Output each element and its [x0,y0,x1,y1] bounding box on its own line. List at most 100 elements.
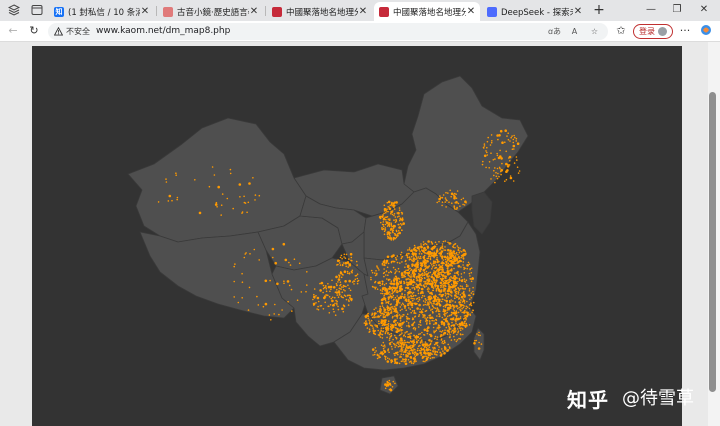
settlement-dot [467,285,469,287]
close-tab-icon[interactable]: ✕ [573,6,583,17]
settlement-dot [457,291,460,293]
settlement-dot [426,319,429,322]
settlement-dot [450,289,452,291]
settlement-dot [425,299,428,301]
settlement-dot [339,256,342,259]
settlement-dot [442,194,445,196]
settlement-dot [392,227,395,229]
translate-icon[interactable]: ꭤあ [548,25,561,38]
settlement-dot [226,197,229,200]
settlement-dot [436,201,439,204]
settlement-dot [413,309,416,312]
settlement-dot [305,290,307,293]
settlement-dot [356,280,359,283]
settlement-dot [397,327,399,330]
tab-kaom-2-active[interactable]: 中國聚落地名地理分布 ✕ [374,2,480,21]
settlement-dot [313,293,315,296]
settlement-dot [412,342,415,345]
close-tab-icon[interactable]: ✕ [249,6,259,17]
settlement-dot [436,341,439,344]
site-info-button[interactable]: 不安全 [54,25,90,38]
settlement-dot [390,335,392,338]
refresh-icon[interactable]: ↻ [27,24,41,38]
tab-title: 古音小鏡·歷史語言學 [177,7,249,18]
settlement-dot [384,223,387,226]
settlement-dot [504,129,508,132]
scrollbar-thumb[interactable] [709,92,716,392]
close-tab-icon[interactable]: ✕ [358,6,368,17]
settlement-dot [410,344,412,347]
tab-actions-icon[interactable] [30,3,44,17]
settlement-dot [176,198,178,201]
settlement-dot [387,235,389,238]
favorites-icon[interactable]: ✩ [614,24,628,38]
favorite-star-icon[interactable]: ☆ [588,25,601,38]
read-aloud-icon[interactable]: A [568,25,581,38]
settlement-dot [385,323,388,326]
settlement-dot [417,290,420,292]
tab-zhihu[interactable]: 知 (1 封私信 / 10 条消息) ✕ [49,2,154,21]
tab-guyin[interactable]: 古音小鏡·歷史語言學 ✕ [158,2,263,21]
copilot-icon[interactable] [699,24,713,38]
tab-kaom-1[interactable]: 中國聚落地名地理分布 ✕ [267,2,372,21]
close-tab-icon[interactable]: ✕ [140,6,150,17]
settlement-dot [452,246,455,249]
settlement-dot [405,309,408,312]
settlement-dot [425,309,428,312]
settlement-dot [443,284,445,287]
settlement-dot [439,281,442,284]
settlement-dot [423,328,427,332]
workspaces-icon[interactable] [7,3,21,17]
close-window-icon[interactable]: ✕ [697,3,711,17]
settlement-dot [405,353,407,356]
new-tab-button[interactable]: + [591,2,607,18]
settlement-dot [412,258,415,261]
settlement-dot [425,343,428,346]
settlement-dot [468,263,471,265]
address-bar[interactable]: 不安全 www.kaom.net/dm_map8.php ꭤあ A ☆ [48,23,608,40]
settlement-dot [505,150,508,153]
settlement-dot [447,266,449,268]
minimize-icon[interactable]: — [644,3,658,17]
settlement-dot [398,362,401,365]
settlement-dot [298,262,301,265]
more-menu-icon[interactable]: ··· [678,24,692,38]
close-tab-icon[interactable]: ✕ [466,6,476,17]
back-icon[interactable]: ← [6,24,20,38]
china-settlement-map[interactable] [32,46,682,426]
settlement-dot [410,347,412,350]
settlement-dot [389,384,392,386]
settlement-dot [490,134,493,136]
settlement-dot [460,321,464,324]
settlement-dot [450,314,452,316]
settlement-dot [400,326,403,329]
settlement-dot [248,286,251,289]
settlement-dot [410,294,412,297]
settlement-dot [463,204,466,206]
settlement-dot [444,315,446,317]
settlement-dot [389,388,392,390]
settlement-dot [312,298,314,301]
login-button[interactable]: 登录 [633,24,673,39]
tab-deepseek[interactable]: DeepSeek - 探索未至之境 ✕ [482,2,587,21]
settlement-dot [397,301,400,303]
settlement-dot [391,286,394,289]
settlement-dot [447,306,450,310]
settlement-dot [252,177,254,179]
settlement-dot [505,178,508,181]
url-text[interactable]: www.kaom.net/dm_map8.php [96,25,230,38]
settlement-dot [433,264,435,267]
settlement-dot [443,318,445,321]
settlement-dot [253,248,256,251]
settlement-dot [410,269,412,272]
settlement-dot [408,335,412,339]
settlement-dot [451,321,453,324]
settlement-dot [335,275,338,279]
settlement-dot [459,288,462,290]
settlement-dot [337,296,340,298]
settlement-dot [287,300,289,303]
settlement-dot [450,331,453,333]
bookmark-icon [163,6,173,17]
restore-icon[interactable]: ❐ [670,3,684,17]
settlement-dot [332,308,335,311]
